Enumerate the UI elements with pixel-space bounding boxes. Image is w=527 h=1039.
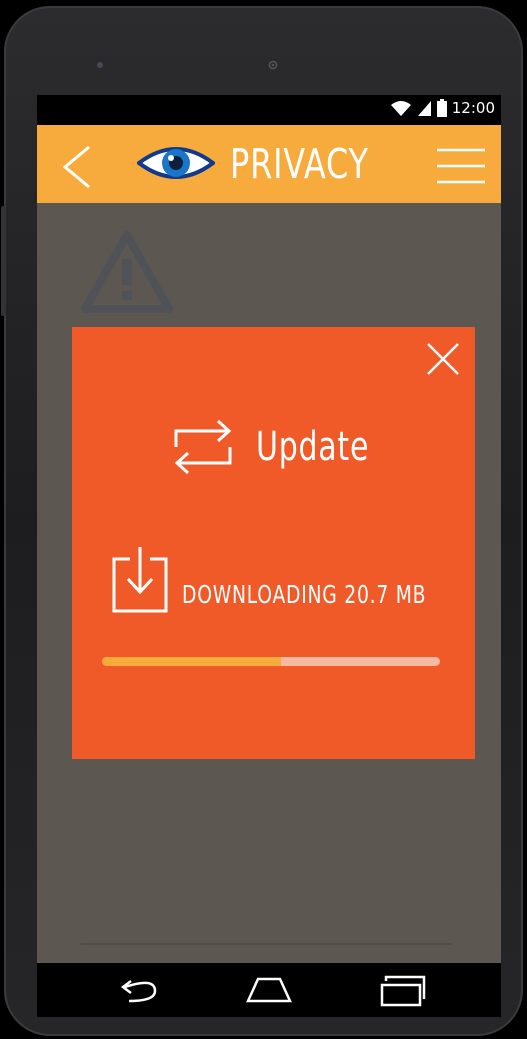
app-bar: PRIVACY xyxy=(37,125,501,203)
page-title: PRIVACY xyxy=(230,140,369,188)
front-camera xyxy=(97,62,103,68)
side-button xyxy=(1,206,6,316)
wifi-icon xyxy=(390,100,411,116)
nav-back-icon[interactable] xyxy=(115,973,165,1007)
download-status-row: DOWNLOADING 20.7 MB xyxy=(112,545,501,613)
screen: 12:00 PRIVACY Update DOWNLOADING 20.7 MB xyxy=(37,95,501,1017)
nav-home-icon[interactable] xyxy=(244,973,294,1007)
eye-icon xyxy=(137,147,215,179)
download-progress-fill xyxy=(102,657,282,666)
close-icon[interactable] xyxy=(426,342,460,376)
status-bar: 12:00 xyxy=(37,95,501,125)
background-divider xyxy=(81,943,451,945)
nav-recents-icon[interactable] xyxy=(376,973,426,1007)
sync-icon xyxy=(174,419,232,475)
update-title: Update xyxy=(256,424,370,470)
update-dialog: Update DOWNLOADING 20.7 MB xyxy=(72,327,475,759)
download-progress-bar xyxy=(102,657,440,666)
battery-icon xyxy=(436,99,447,117)
signal-icon xyxy=(417,100,431,116)
menu-icon[interactable] xyxy=(437,147,485,185)
back-arrow-icon[interactable] xyxy=(61,145,95,189)
download-icon xyxy=(112,547,168,613)
update-header: Update xyxy=(172,415,407,479)
earpiece-speaker xyxy=(264,56,282,74)
navigation-bar xyxy=(37,963,501,1017)
status-time: 12:00 xyxy=(451,99,495,117)
warning-icon xyxy=(81,231,173,313)
download-status: DOWNLOADING 20.7 MB xyxy=(182,580,427,609)
